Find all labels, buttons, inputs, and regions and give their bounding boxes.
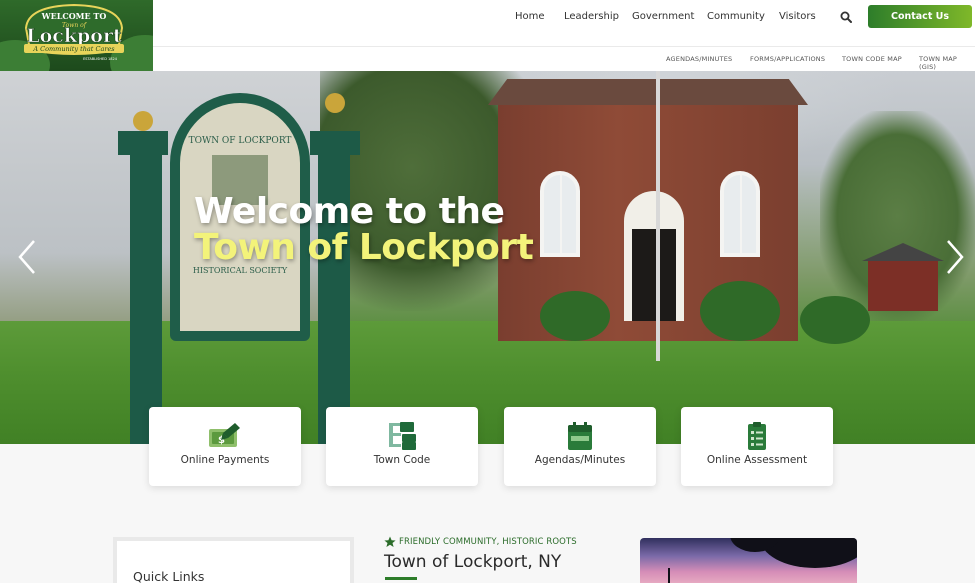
sitemap-icon [389,422,416,450]
town-logo[interactable]: WELCOME TO Town of Lockport A Community … [18,2,130,66]
tile-online-payments[interactable]: $ Online Payments [149,407,301,486]
hero-shrub [540,291,610,341]
photo-steeple [668,568,670,583]
nav-leadership[interactable]: Leadership [564,11,619,22]
main-header: Home Leadership Government Community Vis… [153,0,975,47]
sign-finial [325,93,345,113]
tile-town-code[interactable]: Town Code [326,407,478,486]
tile-agendas-minutes[interactable]: Agendas/Minutes [504,407,656,486]
hero-shed [868,259,938,311]
hero-shrub [800,296,870,344]
hero-title-line1: Welcome to the [194,191,505,232]
sunset-photo [640,538,857,583]
hero-title-line2: Town of Lockport [194,227,534,268]
tile-label: Online Assessment [706,454,808,466]
nav-visitors[interactable]: Visitors [779,11,816,22]
clipboard-icon [748,422,766,450]
hero-flagpole [656,71,660,361]
hero-slider: TOWN OF LOCKPORT HISTORICAL SOCIETY Welc… [0,71,975,444]
section-title: Town of Lockport, NY [384,552,562,572]
star-icon [384,536,396,547]
sign-post-top [310,131,360,155]
tile-label: Town Code [373,454,431,466]
subnav-town-code-map[interactable]: TOWN CODE MAP [842,55,902,63]
nav-home[interactable]: Home [515,11,545,22]
slider-prev-arrow-icon[interactable] [16,239,38,275]
contact-us-button[interactable]: Contact Us [868,5,972,28]
sign-post-top [118,131,168,155]
subnav-forms-applications[interactable]: FORMS/APPLICATIONS [750,55,825,63]
payment-icon: $ [209,423,240,447]
search-icon[interactable] [840,11,852,23]
slider-next-arrow-icon[interactable] [944,239,966,275]
sign-post [130,151,162,444]
tile-online-assessment[interactable]: Online Assessment [681,407,833,486]
secondary-nav: AGENDAS/MINUTES FORMS/APPLICATIONS TOWN … [153,47,975,71]
logo-tagline: A Community that Cares [32,45,115,53]
logo-line1: WELCOME TO [41,11,107,21]
eyebrow-text: FRIENDLY COMMUNITY, HISTORIC ROOTS [399,537,577,547]
calendar-icon [568,422,592,450]
quick-links-panel: Quick Links [113,537,354,583]
nav-community[interactable]: Community [707,11,765,22]
tile-label: Agendas/Minutes [534,454,626,466]
logo-line3: Lockport [26,25,122,47]
subnav-town-map-gis[interactable]: TOWN MAP (GIS) [919,55,975,71]
primary-nav: Home Leadership Government Community Vis… [153,0,975,34]
logo-area[interactable]: WELCOME TO Town of Lockport A Community … [0,0,153,71]
quick-links-title: Quick Links [133,569,205,583]
tile-label: Online Payments [180,454,270,466]
sign-text-upper: TOWN OF LOCKPORT [189,136,292,146]
hero-shrub [700,281,780,341]
logo-established: ESTABLISHED 1824 [83,57,118,61]
subnav-agendas-minutes[interactable]: AGENDAS/MINUTES [666,55,732,63]
nav-government[interactable]: Government [632,11,694,22]
title-underline [385,577,417,580]
sign-finial [133,111,153,131]
